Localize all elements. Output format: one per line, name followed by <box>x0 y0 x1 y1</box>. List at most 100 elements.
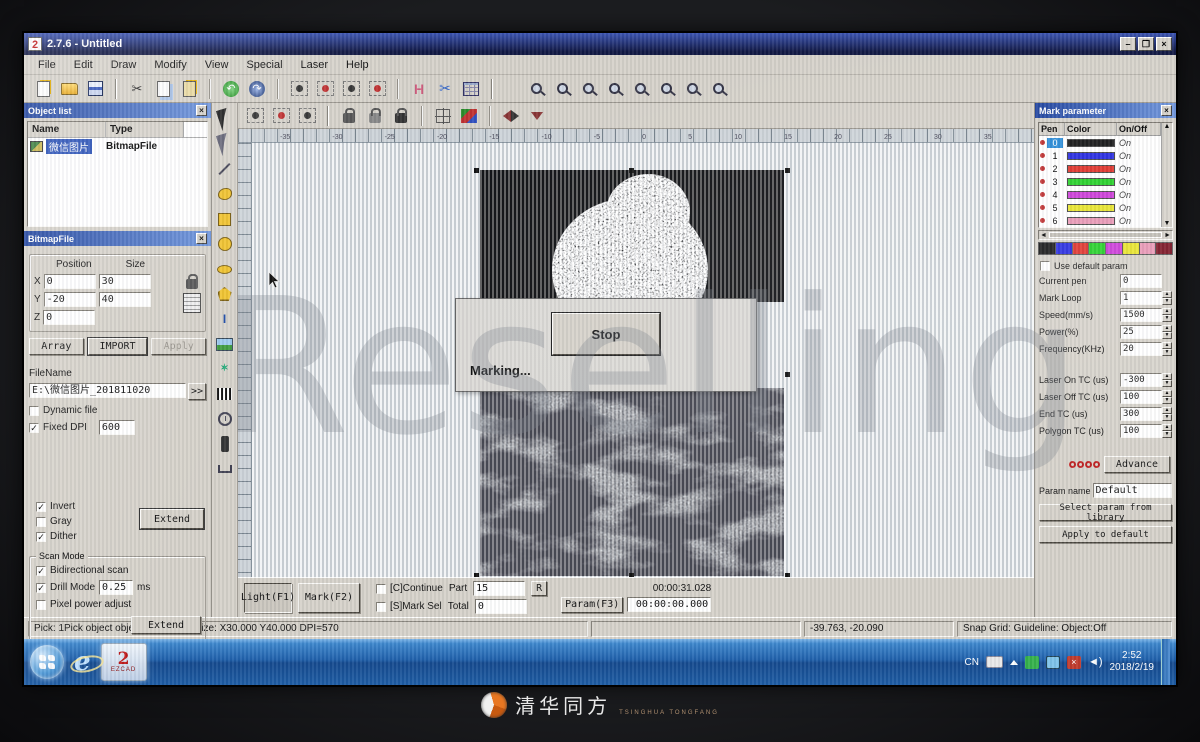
ungroup-icon[interactable] <box>296 105 318 127</box>
object-list-panel-title[interactable]: Object list × <box>24 103 211 118</box>
pen-row[interactable]: 0On <box>1039 136 1161 149</box>
start-button[interactable] <box>30 645 64 679</box>
clock[interactable]: 2:52 2018/2/19 <box>1110 650 1155 674</box>
selection-handle[interactable] <box>785 372 790 377</box>
object-list-col-name[interactable]: Name <box>28 122 106 137</box>
polygon-tc-spinner[interactable]: ▲▼ <box>1162 424 1172 438</box>
rectangle-tool[interactable] <box>215 209 235 229</box>
ezcad-task-button[interactable]: 2 EZCAD <box>101 643 147 681</box>
mark-parameter-close-icon[interactable]: × <box>1161 105 1172 116</box>
phone-tray-icon[interactable] <box>1025 656 1039 669</box>
volume-icon[interactable]: ◄) <box>1088 656 1103 668</box>
object-list-row[interactable]: 微信图片 BitmapFile <box>28 138 207 155</box>
save-icon[interactable] <box>84 78 106 100</box>
line-tool[interactable] <box>215 159 235 179</box>
color-col[interactable]: Color <box>1065 123 1117 135</box>
palette-color[interactable] <box>1038 242 1056 255</box>
pick-color-icon[interactable] <box>458 105 480 127</box>
zoom-select-icon[interactable] <box>707 78 729 100</box>
menu-file[interactable]: File <box>30 57 64 73</box>
palette-color[interactable] <box>1123 242 1140 255</box>
pen-col[interactable]: Pen <box>1039 123 1065 135</box>
z-position-field[interactable]: 0 <box>43 310 95 325</box>
lock-all-icon[interactable] <box>390 105 412 127</box>
use-default-checkbox[interactable]: Use default param <box>1040 261 1171 271</box>
mark-button[interactable]: Mark(F2) <box>298 583 360 613</box>
zoom-out-icon[interactable] <box>603 78 625 100</box>
array-copy-icon[interactable] <box>244 105 266 127</box>
mark-loop-field[interactable]: 1 <box>1120 291 1162 305</box>
undo-icon[interactable]: ↶ <box>220 78 242 100</box>
end-tc-field[interactable]: 300 <box>1120 407 1162 421</box>
bitmap-tool[interactable] <box>215 334 235 354</box>
put-to-origin-icon[interactable] <box>432 105 454 127</box>
redo-icon[interactable]: ↷ <box>246 78 268 100</box>
pen-row[interactable]: 4On <box>1039 188 1161 201</box>
aspect-lock-icon[interactable] <box>186 279 198 289</box>
apply-default-button[interactable]: Apply to default <box>1039 526 1172 543</box>
close-button[interactable]: × <box>1156 37 1172 51</box>
laser-off-field[interactable]: 100 <box>1120 390 1162 404</box>
node-break-icon[interactable] <box>366 78 388 100</box>
x-size-field[interactable]: 30 <box>99 274 151 289</box>
menu-help[interactable]: Help <box>338 57 377 73</box>
menu-draw[interactable]: Draw <box>103 57 145 73</box>
paste-icon[interactable] <box>178 78 200 100</box>
internet-explorer-icon[interactable]: e <box>74 647 91 677</box>
vector-file-tool[interactable]: ✶ <box>215 359 235 379</box>
palette-color[interactable] <box>1140 242 1157 255</box>
show-desktop-button[interactable] <box>1161 639 1170 685</box>
selection-handle[interactable] <box>785 573 790 577</box>
total-field[interactable]: 0 <box>475 599 527 614</box>
tools-icon[interactable]: ✂ <box>434 78 456 100</box>
power-spinner[interactable]: ▲▼ <box>1162 325 1172 339</box>
light-button[interactable]: Light(F1) <box>244 583 292 613</box>
pen-row[interactable]: 1On <box>1039 149 1161 162</box>
pen-row[interactable]: 5On <box>1039 201 1161 214</box>
advance-button[interactable]: Advance <box>1104 456 1170 473</box>
bitmap-panel-close-icon[interactable]: × <box>196 233 207 244</box>
stop-button[interactable]: Stop <box>552 313 660 355</box>
param-name-field[interactable]: Default <box>1093 483 1172 498</box>
zoom-window-icon[interactable] <box>525 78 547 100</box>
copy-icon[interactable] <box>152 78 174 100</box>
object-list-close-icon[interactable]: × <box>196 105 207 116</box>
frequency-field[interactable]: 20 <box>1120 342 1162 356</box>
power-field[interactable]: 25 <box>1120 325 1162 339</box>
palette-color[interactable] <box>1156 242 1173 255</box>
cut-icon[interactable]: ✂ <box>126 78 148 100</box>
node-add-icon[interactable] <box>288 78 310 100</box>
network-tray-icon[interactable] <box>1046 656 1060 669</box>
io-signal-tool[interactable] <box>215 434 235 454</box>
palette-color[interactable] <box>1089 242 1106 255</box>
pixel-power-checkbox[interactable]: Pixel power adjust <box>36 599 201 610</box>
keyboard-icon[interactable] <box>986 656 1003 668</box>
param-button[interactable]: Param(F3) <box>561 597 623 613</box>
laser-on-spinner[interactable]: ▲▼ <box>1162 373 1172 387</box>
ellipse-tool[interactable] <box>215 259 235 279</box>
lock-icon[interactable] <box>338 105 360 127</box>
onoff-col[interactable]: On/Off <box>1117 123 1161 135</box>
circle-tool[interactable] <box>215 234 235 254</box>
hatch-icon[interactable]: H <box>408 78 430 100</box>
node-edit-tool[interactable] <box>215 134 235 154</box>
curve-tool[interactable] <box>215 184 235 204</box>
bidirectional-checkbox[interactable]: ✓Bidirectional scan <box>36 565 201 576</box>
group-icon[interactable] <box>270 105 292 127</box>
zoom-in-icon[interactable] <box>577 78 599 100</box>
canvas[interactable]: Stop Marking... <box>252 143 1034 577</box>
pen-row[interactable]: 6On <box>1039 214 1161 227</box>
unlock-icon[interactable] <box>364 105 386 127</box>
pen-list-scrollbar[interactable]: ▲▼ <box>1161 123 1172 227</box>
pen-list-hscrollbar[interactable]: ◄◄ <box>1038 230 1173 240</box>
bitmap-panel-title[interactable]: BitmapFile × <box>24 231 211 246</box>
menu-view[interactable]: View <box>197 57 237 73</box>
laser-off-spinner[interactable]: ▲▼ <box>1162 390 1172 404</box>
grid-icon[interactable] <box>460 78 482 100</box>
palette-color[interactable] <box>1073 242 1090 255</box>
selection-handle[interactable] <box>785 168 790 173</box>
drill-mode-checkbox[interactable]: ✓Drill Mode 0.25 ms <box>36 580 201 595</box>
continue-checkbox[interactable]: [C]Continue <box>376 583 443 594</box>
bitmap-extend-button[interactable]: Extend <box>140 509 204 529</box>
dynamic-file-checkbox[interactable]: Dynamic file <box>29 405 206 416</box>
